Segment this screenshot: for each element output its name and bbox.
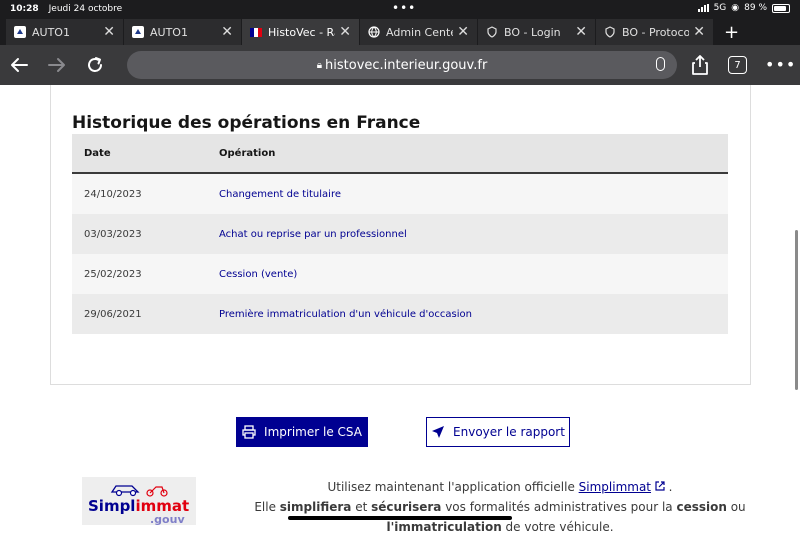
navigation-bar: 🔒︎ histovec.interieur.gouv.fr 7 ••• — [0, 45, 800, 85]
microphone-icon[interactable] — [656, 57, 665, 71]
tab-switcher-button[interactable]: 7 — [728, 56, 747, 74]
promo-text: et — [351, 500, 372, 514]
row-date: 24/10/2023 — [84, 188, 142, 200]
simplimmat-logo: Simplimmat .gouv — [82, 477, 196, 525]
promo-text: vos formalités administratives pour la — [441, 500, 677, 514]
close-tab-icon[interactable]: ✕ — [339, 24, 351, 40]
location-icon: ◉ — [731, 3, 740, 13]
row-date: 25/02/2023 — [84, 268, 142, 280]
print-csa-label: Imprimer le CSA — [264, 425, 362, 439]
tab-label: AUTO1 — [150, 25, 188, 39]
new-tab-icon[interactable]: + — [714, 19, 749, 45]
table-row: 03/03/2023 Achat ou reprise par un profe… — [72, 214, 728, 254]
row-operation: Changement de titulaire — [219, 188, 341, 200]
promo-text: ou — [726, 500, 746, 514]
promo-line-1: Utilisez maintenant l'application offici… — [220, 477, 780, 497]
tab-label: BO - Protocole Enter — [622, 25, 690, 39]
promo-bold: cession — [676, 500, 727, 514]
promo-bold: simplifiera — [279, 500, 352, 514]
promo-line-3: l'immatriculation de votre véhicule. — [220, 517, 780, 537]
page-content: Historique des opérations en France Date… — [0, 85, 800, 534]
table-row: 29/06/2021 Première immatriculation d'un… — [72, 294, 728, 334]
tab-histovec[interactable]: HistoVec - Rapp ✕ — [242, 19, 360, 45]
column-header-date: Date — [84, 147, 111, 159]
lock-icon: 🔒︎ — [316, 59, 323, 71]
home-indicator[interactable] — [288, 516, 512, 520]
network-label: 5G — [713, 3, 727, 13]
close-tab-icon[interactable]: ✕ — [457, 24, 469, 40]
share-icon[interactable] — [688, 53, 712, 77]
table-row: 25/02/2023 Cession (vente) — [72, 254, 728, 294]
print-csa-button[interactable]: Imprimer le CSA — [236, 417, 368, 447]
status-date: Jeudi 24 octobre — [48, 3, 123, 14]
operations-table: Date Opération 24/10/2023 Changement de … — [72, 134, 728, 334]
promo-text: de votre véhicule. — [501, 520, 614, 534]
promo-text: . — [668, 480, 673, 494]
battery-percent: 89 % — [744, 3, 767, 13]
address-bar-url: histovec.interieur.gouv.fr — [325, 57, 488, 73]
reload-icon[interactable] — [76, 45, 114, 85]
row-date: 29/06/2021 — [84, 308, 142, 320]
row-operation: Achat ou reprise par un professionnel — [219, 228, 407, 240]
tab-label: HistoVec - Rapp — [268, 25, 335, 39]
french-flag-icon — [250, 26, 262, 38]
tab-label: AUTO1 — [32, 25, 70, 39]
status-bar: 10:28 Jeudi 24 octobre ••• 5G ◉ 89 % — [0, 0, 800, 17]
simplimmat-promo-text: Utilisez maintenant l'application offici… — [220, 477, 780, 537]
send-arrow-icon — [432, 426, 445, 438]
promo-line-2: Elle simplifiera et sécurisera vos forma… — [220, 497, 780, 517]
tab-bo-login[interactable]: BO - Login ✕ — [478, 19, 596, 45]
auto1-logo-icon — [14, 26, 26, 38]
close-tab-icon[interactable]: ✕ — [693, 24, 705, 40]
row-operation: Cession (vente) — [219, 268, 298, 280]
close-tab-icon[interactable]: ✕ — [575, 24, 587, 40]
table-body: 24/10/2023 Changement de titulaire 03/03… — [72, 174, 728, 334]
promo-text: Utilisez maintenant l'application offici… — [327, 480, 579, 494]
car-and-motorbike-icon — [110, 485, 168, 497]
simplimmat-link[interactable]: Simplimmat — [579, 480, 651, 494]
battery-icon — [772, 3, 790, 13]
auto1-logo-icon — [132, 26, 144, 38]
wordmark-suffix: .gouv — [150, 513, 185, 525]
multitasking-dots-icon[interactable]: ••• — [392, 1, 416, 15]
printer-icon — [242, 425, 256, 439]
table-row: 24/10/2023 Changement de titulaire — [72, 174, 728, 214]
back-arrow-icon[interactable] — [0, 45, 38, 85]
row-operation: Première immatriculation d'un véhicule d… — [219, 308, 472, 320]
tab-label: BO - Login — [504, 25, 561, 39]
column-header-operation: Opération — [219, 147, 276, 159]
tab-bo-protocole[interactable]: BO - Protocole Enter ✕ — [596, 19, 714, 45]
tab-auto1-second[interactable]: AUTO1 ✕ — [124, 19, 242, 45]
scrollbar[interactable] — [795, 230, 798, 390]
send-report-label: Envoyer le rapport — [453, 425, 565, 439]
cellular-signal-icon — [697, 4, 709, 12]
row-date: 03/03/2023 — [84, 228, 142, 240]
close-tab-icon[interactable]: ✕ — [103, 24, 115, 40]
promo-bold: sécurisera — [371, 500, 442, 514]
globe-icon — [368, 26, 380, 38]
close-tab-icon[interactable]: ✕ — [221, 24, 233, 40]
tab-admin-center[interactable]: Admin Center ✕ — [360, 19, 478, 45]
table-header: Date Opération — [72, 134, 728, 174]
promo-text: Elle — [254, 500, 280, 514]
tab-bar: AUTO1 ✕ AUTO1 ✕ HistoVec - Rapp ✕ Admin … — [0, 17, 800, 45]
promo-bold: l'immatriculation — [386, 520, 502, 534]
wordmark-part-1: Simpl — [88, 497, 136, 515]
forward-arrow-icon[interactable] — [38, 45, 76, 85]
shield-icon — [486, 26, 498, 38]
more-menu-icon[interactable]: ••• — [765, 55, 796, 74]
send-report-button[interactable]: Envoyer le rapport — [426, 417, 570, 447]
section-title: Historique des opérations en France — [72, 113, 421, 133]
external-link-icon — [655, 480, 669, 494]
status-time: 10:28 — [10, 3, 39, 14]
tab-auto1-first[interactable]: AUTO1 ✕ — [6, 19, 124, 45]
address-bar[interactable]: 🔒︎ histovec.interieur.gouv.fr — [127, 51, 677, 79]
shield-icon — [604, 26, 616, 38]
tab-label: Admin Center — [386, 25, 453, 39]
